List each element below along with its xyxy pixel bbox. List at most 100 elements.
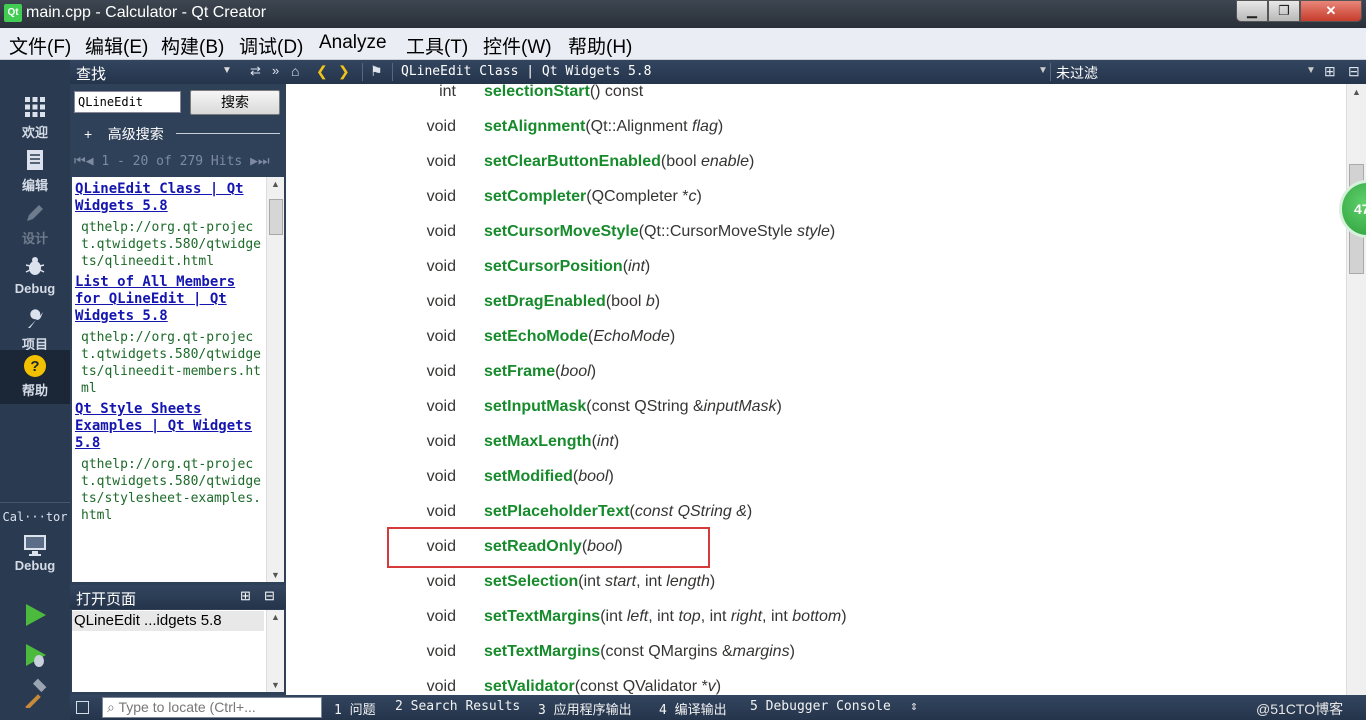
locator-input[interactable]: ⌕ Type to locate (Ctrl+... [102, 697, 322, 718]
chevron-down-icon[interactable]: ▼ [1306, 65, 1316, 76]
minimize-button[interactable]: ▁ [1236, 0, 1268, 22]
kit-project-label: Cal···tor [2, 510, 68, 524]
mode-help[interactable]: ? 帮助 [0, 350, 70, 404]
menu-debug[interactable]: 调试(D) [239, 32, 303, 59]
tab-search-results[interactable]: 2 Search Results [395, 699, 520, 714]
return-type: void [426, 503, 456, 520]
scroll-up-icon[interactable]: ▲ [271, 179, 280, 189]
tab-debugger-console[interactable]: 5 Debugger Console [750, 699, 891, 714]
menu-edit[interactable]: 编辑(E) [85, 32, 148, 59]
toolbar-separator [362, 63, 363, 81]
back-icon[interactable]: ❮ [316, 63, 328, 80]
search-panel: 查找 ▼ ⇄ » 搜索 + 高级搜索 ⏮◀ 1 - 20 of 279 Hits… [70, 60, 286, 585]
monitor-icon [22, 532, 48, 558]
function-name-link[interactable]: selectionStart [484, 84, 590, 100]
doc-scrollbar[interactable]: ▲ [1346, 84, 1366, 695]
function-name-link[interactable]: setTextMargins [484, 643, 600, 660]
tab-application-output[interactable]: 3 应用程序输出 [538, 699, 632, 718]
search-input[interactable] [74, 91, 181, 113]
panel-dropdown-icon[interactable]: ▼ [222, 65, 232, 76]
function-params: (bool enable) [660, 153, 755, 170]
result-title-link[interactable]: Qt Style Sheets Examples | Qt Widgets 5.… [72, 401, 284, 452]
function-name-link[interactable]: setEchoMode [484, 328, 588, 345]
function-name-link[interactable]: setSelection [484, 573, 578, 590]
return-type: void [426, 363, 456, 380]
menu-analyze[interactable]: Analyze [319, 32, 387, 54]
close-button[interactable]: ✕ [1300, 0, 1362, 22]
scroll-up-icon[interactable]: ▲ [271, 612, 280, 622]
mode-design[interactable]: 设计 [0, 198, 70, 250]
function-name-link[interactable]: setClearButtonEnabled [484, 153, 661, 170]
prev-page-icon[interactable]: ◀ [86, 154, 94, 169]
function-row: void setInputMask(const QString &inputMas… [286, 398, 1346, 433]
function-params: (bool) [572, 468, 614, 485]
scroll-down-icon[interactable]: ▼ [271, 570, 280, 580]
result-title-link[interactable]: List of All Members for QLineEdit | Qt W… [72, 274, 284, 325]
open-pages-scrollbar[interactable]: ▲ ▼ [266, 610, 284, 692]
function-name-link[interactable]: setPlaceholderText [484, 503, 630, 520]
split-icon[interactable]: ⊞ [1324, 63, 1336, 80]
build-button[interactable] [20, 678, 50, 710]
watermark: @51CTO博客 [1256, 701, 1344, 717]
return-type: void [426, 223, 456, 240]
next-page-icon[interactable]: ▶ [250, 154, 258, 169]
function-params: (int start, int length) [578, 573, 716, 590]
result-title-link[interactable]: QLineEdit Class | Qt Widgets 5.8 [72, 181, 284, 215]
last-page-icon[interactable]: ⏭ [258, 154, 270, 169]
menu-help[interactable]: 帮助(H) [568, 32, 632, 59]
function-name-link[interactable]: setFrame [484, 363, 555, 380]
search-button[interactable]: 搜索 [190, 90, 280, 115]
function-params: () const [589, 84, 644, 100]
advanced-search-toggle[interactable]: + 高级搜索 [84, 124, 164, 144]
function-name-link[interactable]: setInputMask [484, 398, 586, 415]
debug-run-button[interactable] [20, 640, 50, 670]
doc-page-selector[interactable]: QLineEdit Class | Qt Widgets 5.8 [401, 64, 651, 79]
mode-debug[interactable]: Debug [0, 251, 70, 303]
filter-selector[interactable]: 未过滤 [1056, 63, 1098, 83]
menu-file[interactable]: 文件(F) [9, 32, 71, 59]
scroll-up-icon[interactable]: ▲ [1352, 87, 1361, 97]
mode-welcome[interactable]: 欢迎 [0, 92, 70, 144]
function-signature: setMaxLength(int) [484, 433, 619, 451]
forward-icon[interactable]: ❯ [338, 63, 350, 80]
function-name-link[interactable]: setTextMargins [484, 608, 600, 625]
function-params: (const QValidator *v) [574, 678, 722, 695]
sync-icon[interactable]: ⇄ [250, 63, 261, 79]
open-page-item[interactable]: QLineEdit ...idgets 5.8 [72, 611, 264, 631]
tab-compile-output[interactable]: 4 编译输出 [659, 699, 727, 718]
chevron-down-icon[interactable]: ▼ [1038, 65, 1048, 76]
function-row: void setCursorPosition(int) [286, 258, 1346, 293]
function-name-link[interactable]: setDragEnabled [484, 293, 606, 310]
function-name-link[interactable]: setCursorMoveStyle [484, 223, 639, 240]
home-icon[interactable]: ⌂ [291, 63, 299, 79]
function-name-link[interactable]: setValidator [484, 678, 575, 695]
tab-issues[interactable]: 1 问题 [334, 699, 376, 718]
split-icon[interactable]: ⊞ [240, 588, 251, 604]
toggle-sidebar-icon[interactable] [76, 701, 89, 714]
scroll-down-icon[interactable]: ▼ [271, 680, 280, 690]
menu-widgets[interactable]: 控件(W) [483, 32, 552, 59]
close-panel-icon[interactable]: ⊟ [264, 588, 275, 604]
bookmark-icon[interactable]: ⚑ [370, 63, 383, 80]
more-icon[interactable]: » [272, 63, 279, 78]
results-scrollbar[interactable]: ▲ ▼ [266, 177, 284, 582]
function-name-link[interactable]: setCompleter [484, 188, 586, 205]
kit-selector-button[interactable]: Debug [0, 530, 70, 584]
scroll-thumb[interactable] [269, 199, 283, 235]
more-tabs-icon[interactable]: ⇕ [910, 699, 918, 714]
close-doc-icon[interactable]: ⊟ [1348, 63, 1360, 80]
menu-tools[interactable]: 工具(T) [406, 32, 468, 59]
maximize-button[interactable]: ❐ [1268, 0, 1300, 22]
mode-projects[interactable]: 项目 [0, 304, 70, 356]
function-name-link[interactable]: setCursorPosition [484, 258, 623, 275]
result-url: qthelp://org.qt-project.qtwidgets.580/qt… [81, 220, 262, 269]
function-name-link[interactable]: setMaxLength [484, 433, 592, 450]
function-signature: setSelection(int start, int length) [484, 573, 715, 591]
menu-build[interactable]: 构建(B) [161, 32, 224, 59]
function-name-link[interactable]: setAlignment [484, 118, 585, 135]
function-name-link[interactable]: setModified [484, 468, 573, 485]
run-button[interactable] [20, 600, 50, 630]
mode-edit[interactable]: 编辑 [0, 145, 70, 197]
first-page-icon[interactable]: ⏮ [74, 154, 86, 169]
search-icon: ⌕ [107, 699, 115, 715]
